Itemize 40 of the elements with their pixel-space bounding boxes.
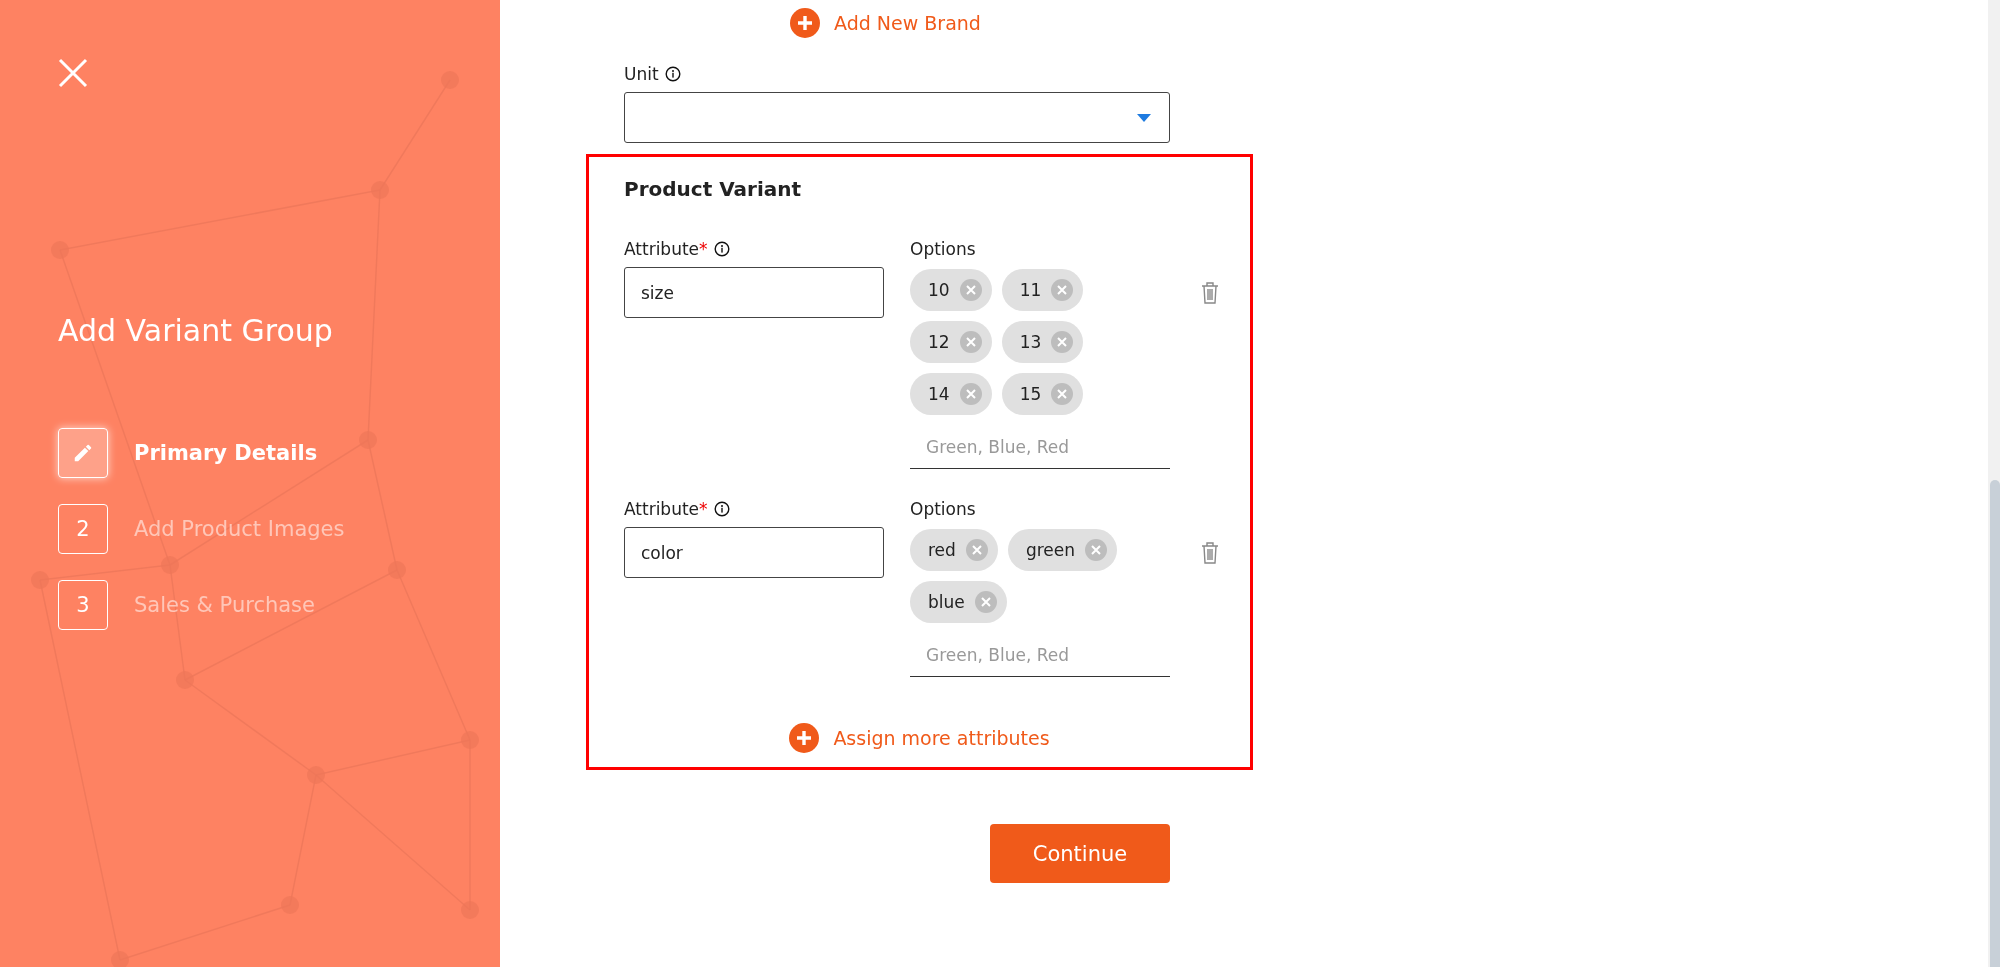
remove-icon[interactable]: [965, 539, 988, 561]
option-chip[interactable]: 10: [910, 269, 992, 311]
dropdown-caret-icon: [1137, 113, 1151, 122]
info-icon: [713, 501, 730, 517]
option-chip[interactable]: 14: [910, 373, 992, 415]
remove-icon[interactable]: [959, 331, 982, 353]
option-chip[interactable]: red: [910, 529, 998, 571]
scrollbar[interactable]: [1988, 0, 2000, 967]
option-chip[interactable]: 11: [1001, 269, 1084, 311]
page-title: Add Variant Group: [58, 313, 334, 348]
option-chip[interactable]: blue: [910, 581, 1007, 623]
attribute-input[interactable]: color: [624, 527, 884, 578]
options-label: Options: [910, 499, 976, 519]
trash-icon[interactable]: [1200, 541, 1220, 565]
remove-icon[interactable]: [959, 383, 982, 405]
option-chip[interactable]: 15: [1001, 373, 1084, 415]
attribute-label: Attribute*: [624, 239, 708, 259]
remove-icon[interactable]: [974, 591, 997, 613]
plus-icon: [790, 8, 820, 38]
options-label: Options: [910, 239, 976, 259]
info-icon: [664, 66, 681, 82]
remove-icon[interactable]: [1051, 331, 1074, 353]
remove-icon[interactable]: [1051, 279, 1074, 301]
step-number-box[interactable]: [58, 428, 108, 478]
info-icon: [713, 241, 730, 257]
option-chip[interactable]: 12: [910, 321, 992, 363]
attribute-input[interactable]: size: [624, 267, 884, 318]
trash-icon[interactable]: [1200, 281, 1220, 305]
plus-icon: [789, 723, 820, 753]
close-icon[interactable]: [58, 58, 88, 88]
remove-icon[interactable]: [1051, 383, 1074, 405]
section-title: Product Variant: [624, 177, 803, 201]
option-chip[interactable]: 13: [1001, 321, 1084, 363]
remove-icon[interactable]: [1085, 539, 1107, 561]
unit-dropdown[interactable]: [624, 92, 1170, 143]
remove-icon[interactable]: [959, 279, 982, 301]
option-chip[interactable]: green: [1007, 529, 1117, 571]
unit-label: Unit: [624, 64, 659, 84]
attribute-label: Attribute*: [624, 499, 708, 519]
pencil-icon: [72, 442, 94, 464]
